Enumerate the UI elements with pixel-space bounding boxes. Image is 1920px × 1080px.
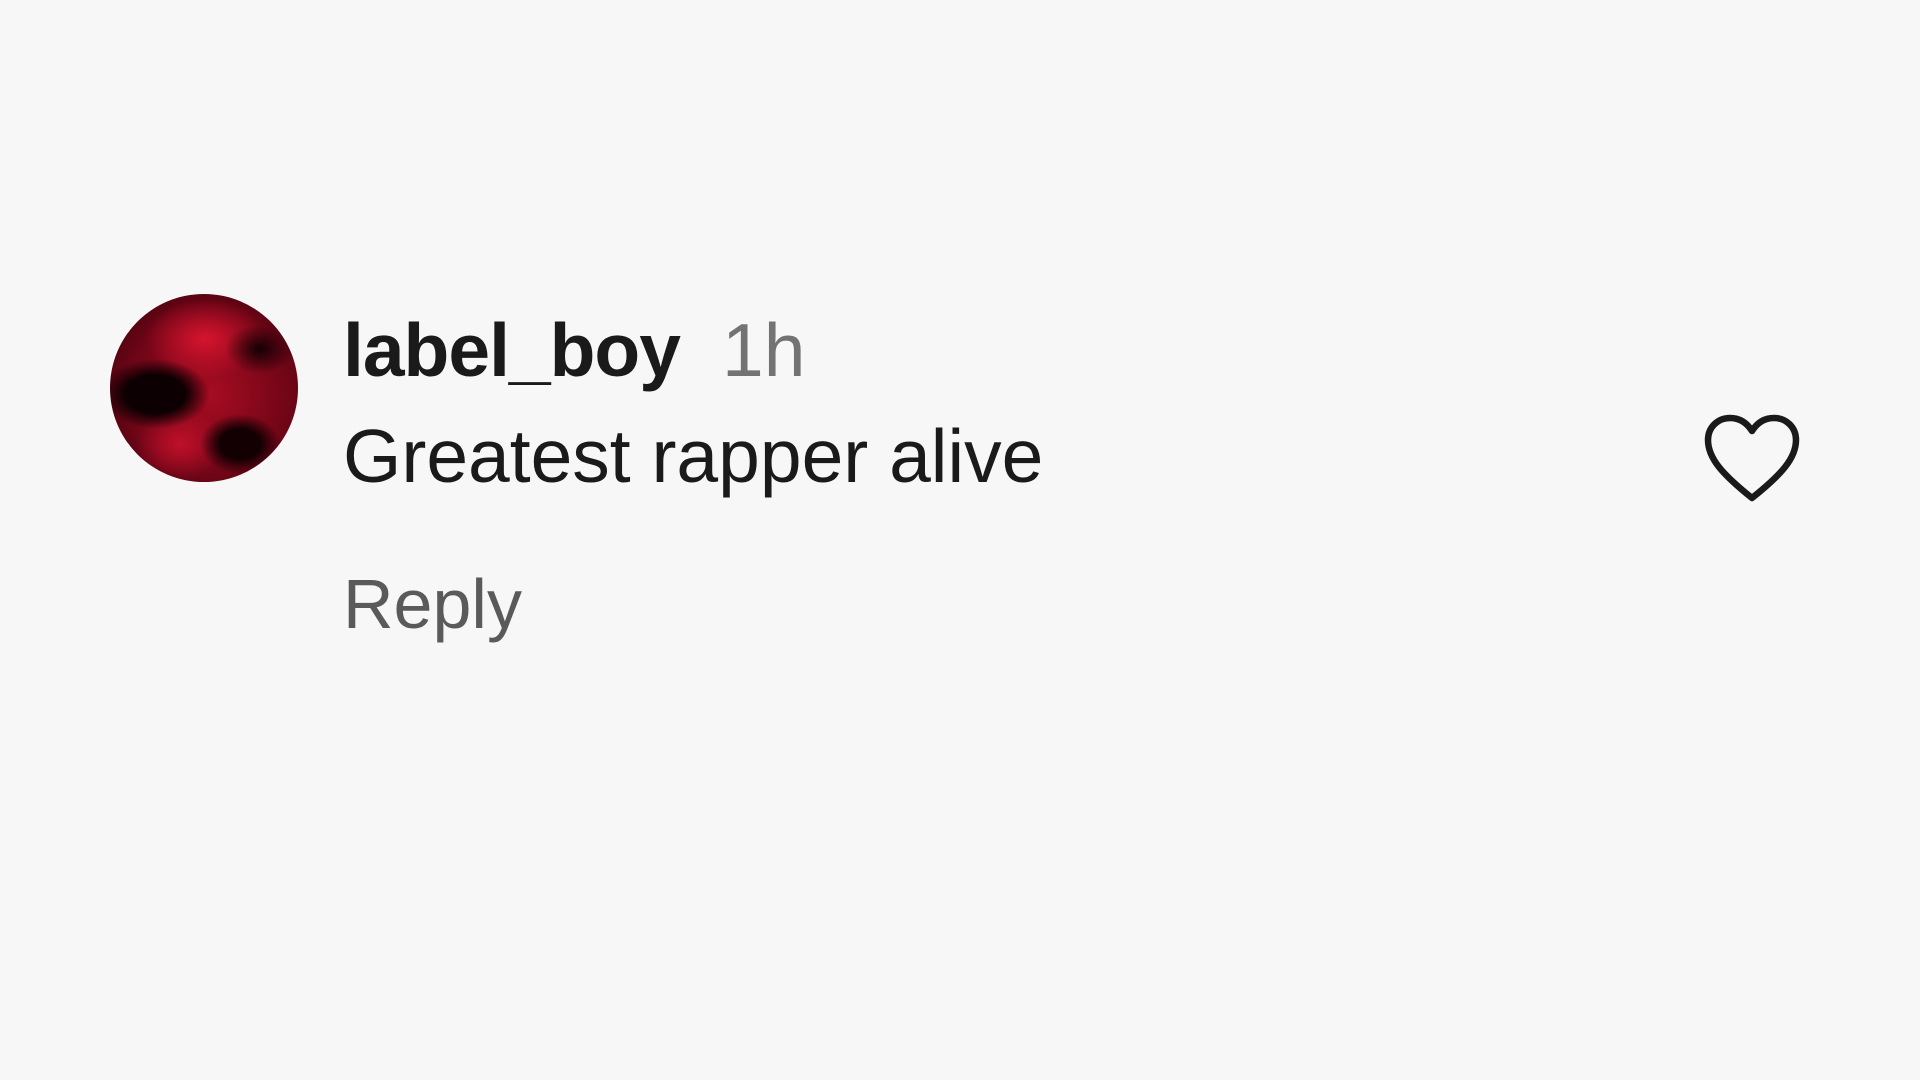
comment-timestamp: 1h [722,308,806,392]
avatar[interactable] [110,294,298,482]
comment-item: label_boy 1h Greatest rapper alive Reply [0,0,1920,1080]
comments-page: label_boy 1h Greatest rapper alive Reply [0,0,1920,1080]
comment-text: Greatest rapper alive [343,414,1044,498]
like-button[interactable] [1702,412,1802,508]
reply-button[interactable]: Reply [343,562,522,646]
comment-username[interactable]: label_boy [343,308,681,392]
heart-outline-icon [1704,414,1800,502]
